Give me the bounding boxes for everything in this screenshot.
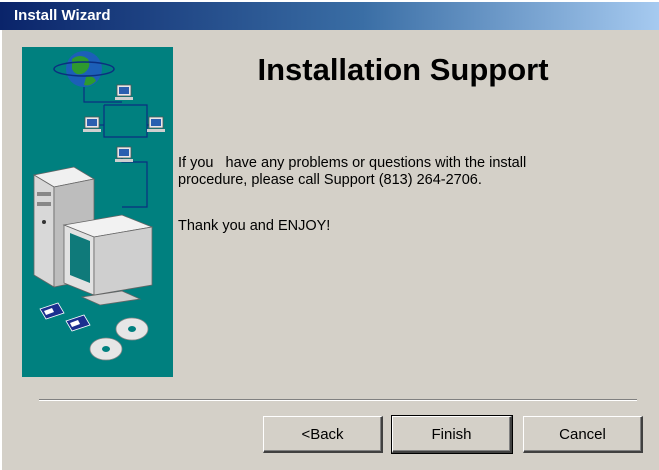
cd-disc-icon (115, 317, 149, 341)
window-border (0, 30, 2, 470)
globe-icon (53, 51, 115, 87)
cd-disc-icon (89, 337, 123, 361)
title-bar[interactable]: Install Wizard (0, 0, 659, 30)
computer-network-illustration (32, 51, 165, 361)
support-message-line1: If you have any problems or questions wi… (178, 155, 527, 171)
floppy-disk-icon (65, 314, 91, 332)
finish-button[interactable]: Finish (391, 415, 513, 454)
floppy-disk-icon (39, 302, 65, 320)
desktop-computer-icon (32, 166, 154, 306)
network-computer-icon (83, 116, 101, 132)
network-computer-icon (115, 84, 133, 100)
side-illustration-panel (22, 47, 173, 377)
cancel-button[interactable]: Cancel (523, 416, 643, 453)
window-title: Install Wizard (14, 7, 111, 24)
thank-you-message: Thank you and ENJOY! (178, 218, 331, 234)
back-button[interactable]: <Back (263, 416, 383, 453)
footer-separator (39, 399, 637, 401)
support-message: If you have any problems or questions wi… (178, 155, 638, 189)
support-message-line2: procedure, please call Support (813) 264… (178, 172, 482, 188)
network-computer-icon (147, 116, 165, 132)
network-computer-icon (115, 146, 133, 162)
page-title: Installation Support (257, 52, 549, 87)
